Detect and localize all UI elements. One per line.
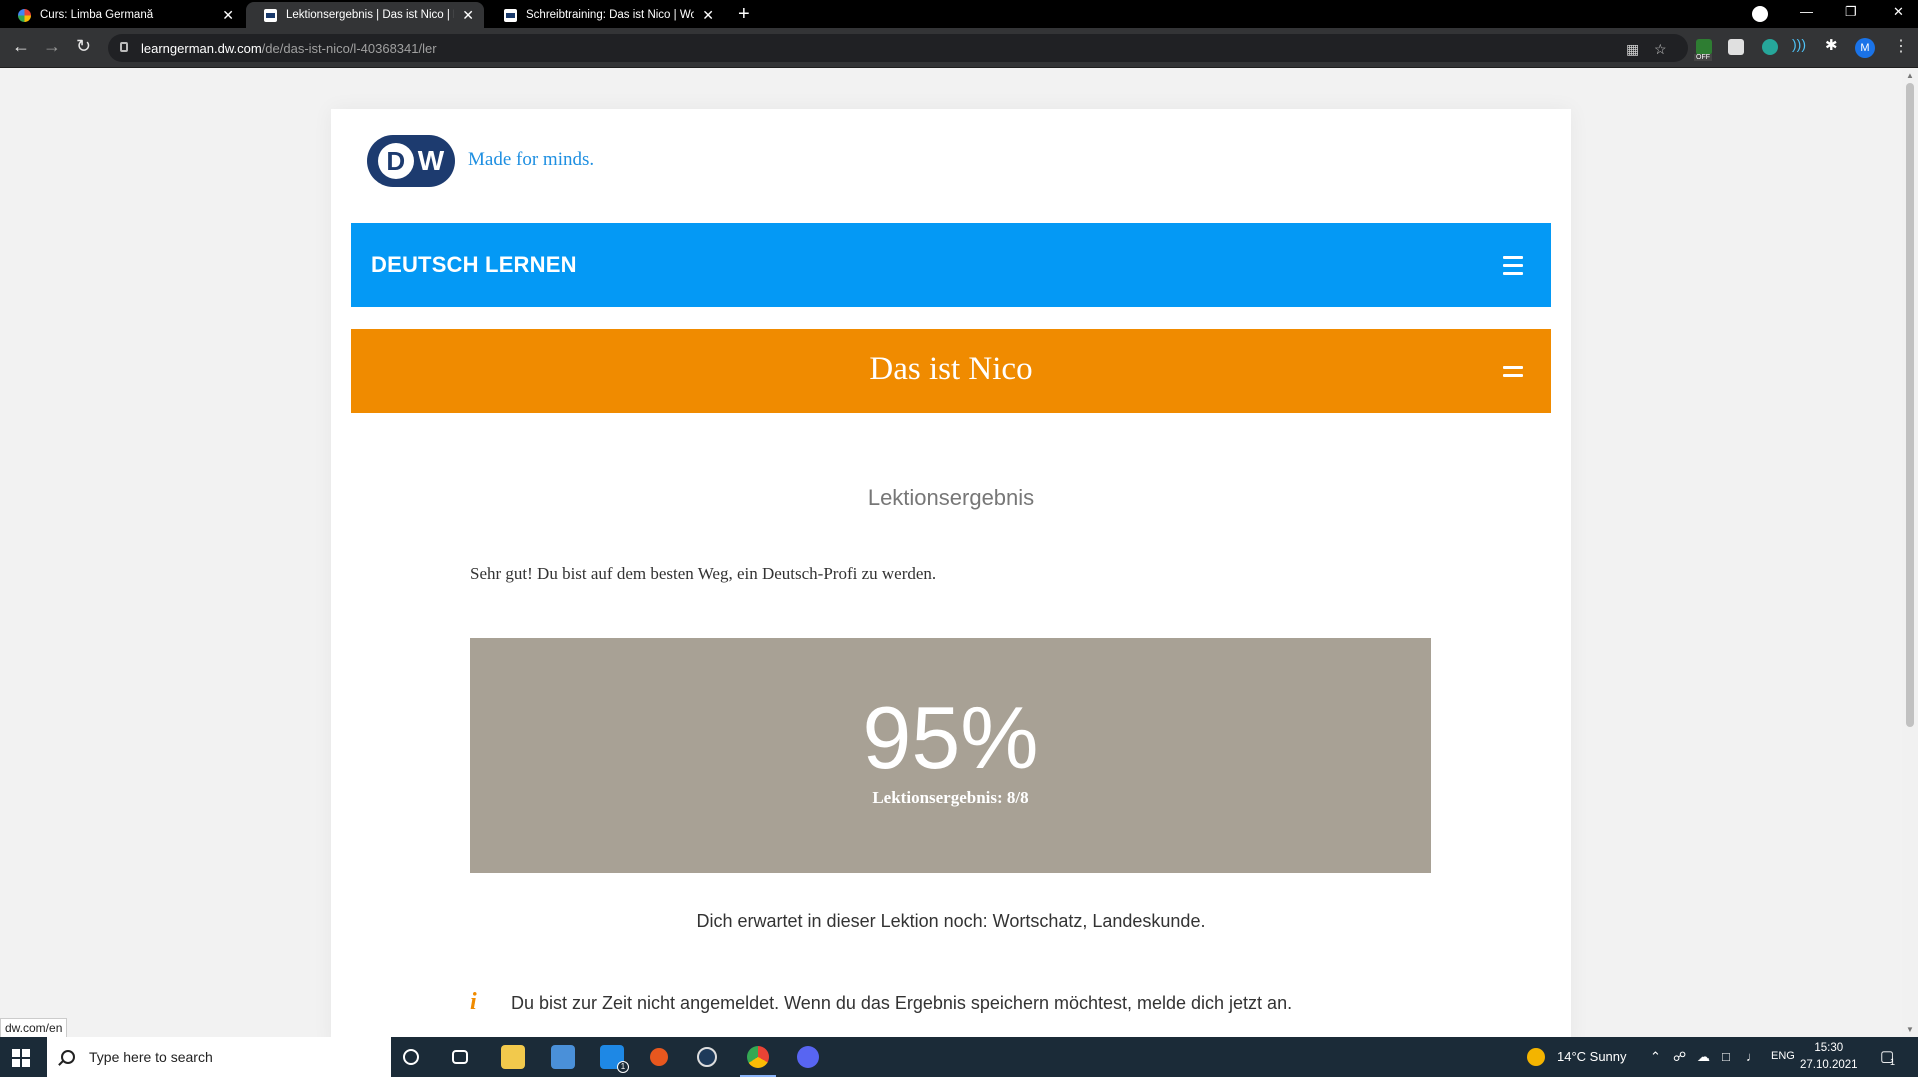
weather-text[interactable]: 14°C Sunny bbox=[1557, 1049, 1627, 1064]
forward-icon[interactable]: → bbox=[43, 37, 61, 55]
deutsch-lernen-nav[interactable]: DEUTSCH LERNEN bbox=[351, 223, 1551, 307]
scroll-down-icon[interactable]: ▼ bbox=[1906, 1025, 1914, 1034]
weather-sun-icon[interactable] bbox=[1527, 1048, 1545, 1066]
tab-lektionsergebnis[interactable]: Lektionsergebnis | Das ist Nico | L ✕ bbox=[246, 2, 484, 28]
windows-start-icon[interactable] bbox=[12, 1049, 30, 1067]
lock-icon bbox=[120, 42, 128, 52]
profile-avatar[interactable]: M bbox=[1855, 38, 1875, 58]
tab-favicon-icon bbox=[504, 8, 517, 22]
translate-icon[interactable]: ▦ bbox=[1626, 41, 1639, 58]
store-icon[interactable] bbox=[551, 1045, 575, 1069]
dw-logo-d-icon: D bbox=[377, 143, 414, 179]
window-close-icon[interactable]: ✕ bbox=[1893, 4, 1904, 20]
steam-icon[interactable] bbox=[697, 1047, 717, 1067]
menu-kebab-icon[interactable]: ⋮ bbox=[1893, 36, 1909, 56]
mail-badge: 1 bbox=[617, 1061, 629, 1073]
url-host: learngerman.dw.com bbox=[141, 41, 262, 56]
scrollbar-thumb[interactable] bbox=[1906, 83, 1914, 727]
new-tab-button[interactable]: + bbox=[738, 3, 750, 26]
tab-close-icon[interactable]: ✕ bbox=[222, 8, 234, 22]
task-view-icon[interactable] bbox=[452, 1050, 468, 1064]
lesson-menu-icon[interactable] bbox=[1503, 366, 1523, 377]
nav-title[interactable]: DEUTSCH LERNEN bbox=[371, 252, 577, 278]
tab-favicon-icon bbox=[18, 8, 31, 22]
tab-curs[interactable]: Curs: Limba Germană ✕ bbox=[0, 2, 244, 28]
info-icon: i bbox=[470, 989, 477, 1015]
search-icon bbox=[61, 1050, 75, 1064]
clock-time: 15:30 bbox=[1814, 1042, 1844, 1054]
extensions-puzzle-icon[interactable]: ✱ bbox=[1825, 36, 1841, 54]
back-icon[interactable]: ← bbox=[12, 37, 30, 55]
origin-icon[interactable] bbox=[650, 1048, 668, 1066]
reload-icon[interactable]: ↻ bbox=[76, 37, 91, 55]
windows-taskbar: Type here to search 1 14°C Sunny ⌃ ☍ ☁ □… bbox=[0, 1037, 1918, 1077]
browser-toolbar: ← → ↻ learngerman.dw.com/de/das-ist-nico… bbox=[0, 28, 1918, 68]
score-percent: 95% bbox=[862, 688, 1039, 787]
extension-sound-icon[interactable]: ))) bbox=[1792, 36, 1808, 52]
file-explorer-icon[interactable] bbox=[501, 1045, 525, 1069]
minimize-icon[interactable]: — bbox=[1800, 4, 1813, 19]
browser-tab-strip: Curs: Limba Germană ✕ Lektionsergebnis |… bbox=[0, 0, 1918, 28]
tab-favicon-icon bbox=[264, 8, 277, 22]
address-bar[interactable]: learngerman.dw.com/de/das-ist-nico/l-403… bbox=[108, 34, 1688, 62]
cortana-icon[interactable] bbox=[403, 1049, 419, 1065]
result-message: Sehr gut! Du bist auf dem besten Weg, ei… bbox=[470, 564, 937, 583]
remaining-topics: Dich erwartet in dieser Lektion noch: Wo… bbox=[696, 911, 1206, 931]
tray-network-icon[interactable]: ☍ bbox=[1673, 1049, 1686, 1065]
taskbar-search-box[interactable]: Type here to search bbox=[47, 1037, 391, 1077]
clock-date: 27.10.2021 bbox=[1800, 1059, 1858, 1071]
login-notice: Du bist zur Zeit nicht angemeldet. Wenn … bbox=[511, 993, 1293, 1013]
taskbar-clock[interactable]: 15:30 27.10.2021 bbox=[1800, 1040, 1858, 1074]
url-path: /de/das-ist-nico/l-40368341/ler bbox=[261, 41, 437, 56]
extension-shield-icon[interactable] bbox=[1762, 39, 1778, 55]
extension-page-icon[interactable] bbox=[1728, 39, 1744, 55]
tab-close-icon[interactable]: ✕ bbox=[462, 8, 474, 22]
content-card: D W Made for minds. DEUTSCH LERNEN Das i… bbox=[331, 109, 1571, 1037]
extension-grammar-icon[interactable] bbox=[1696, 39, 1712, 55]
restore-icon[interactable]: ❐ bbox=[1845, 4, 1857, 20]
tab-schreibtraining[interactable]: Schreibtraining: Das ist Nico | Wo ✕ bbox=[486, 2, 724, 28]
dw-logo-w-icon: W bbox=[417, 145, 445, 176]
tab-close-icon[interactable]: ✕ bbox=[702, 8, 714, 22]
tab-search-icon[interactable] bbox=[1752, 6, 1768, 22]
link-status-bubble: dw.com/en bbox=[0, 1018, 68, 1038]
tab-title: Lektionsergebnis | Das ist Nico | L bbox=[286, 9, 455, 21]
tray-volume-icon[interactable]: ♩ bbox=[1746, 1049, 1759, 1064]
tray-wifi-icon[interactable]: □ bbox=[1722, 1049, 1730, 1064]
notification-badge: 1 bbox=[1890, 1057, 1896, 1067]
lesson-header[interactable]: Das ist Nico bbox=[351, 329, 1551, 413]
page-viewport: D W Made for minds. DEUTSCH LERNEN Das i… bbox=[0, 69, 1918, 1037]
bookmark-star-icon[interactable]: ☆ bbox=[1654, 41, 1667, 58]
search-placeholder: Type here to search bbox=[89, 1049, 213, 1065]
chrome-icon[interactable] bbox=[747, 1046, 769, 1068]
lesson-title: Das ist Nico bbox=[869, 351, 1033, 387]
url-text[interactable]: learngerman.dw.com/de/das-ist-nico/l-403… bbox=[141, 41, 437, 56]
scroll-up-icon[interactable]: ▲ bbox=[1906, 71, 1914, 80]
section-title: Lektionsergebnis bbox=[867, 485, 1035, 510]
slogan: Made for minds. bbox=[468, 149, 595, 170]
language-indicator[interactable]: ENG bbox=[1771, 1050, 1795, 1062]
discord-icon[interactable] bbox=[797, 1046, 819, 1068]
dw-logo[interactable]: D W bbox=[367, 135, 455, 187]
score-box: 95% Lektionsergebnis: 8/8 bbox=[470, 638, 1431, 873]
tab-title: Schreibtraining: Das ist Nico | Wo bbox=[526, 9, 695, 21]
score-caption: Lektionsergebnis: 8/8 bbox=[872, 788, 1029, 807]
tray-onedrive-icon[interactable]: ☁ bbox=[1697, 1049, 1710, 1065]
tray-chevron-icon[interactable]: ⌃ bbox=[1650, 1049, 1661, 1065]
tab-title: Curs: Limba Germană bbox=[40, 9, 154, 21]
page-scrollbar[interactable]: ▲ ▼ bbox=[1902, 69, 1918, 1037]
hamburger-menu-icon[interactable] bbox=[1503, 256, 1523, 275]
extension-off-badge: OFF bbox=[1694, 54, 1712, 61]
